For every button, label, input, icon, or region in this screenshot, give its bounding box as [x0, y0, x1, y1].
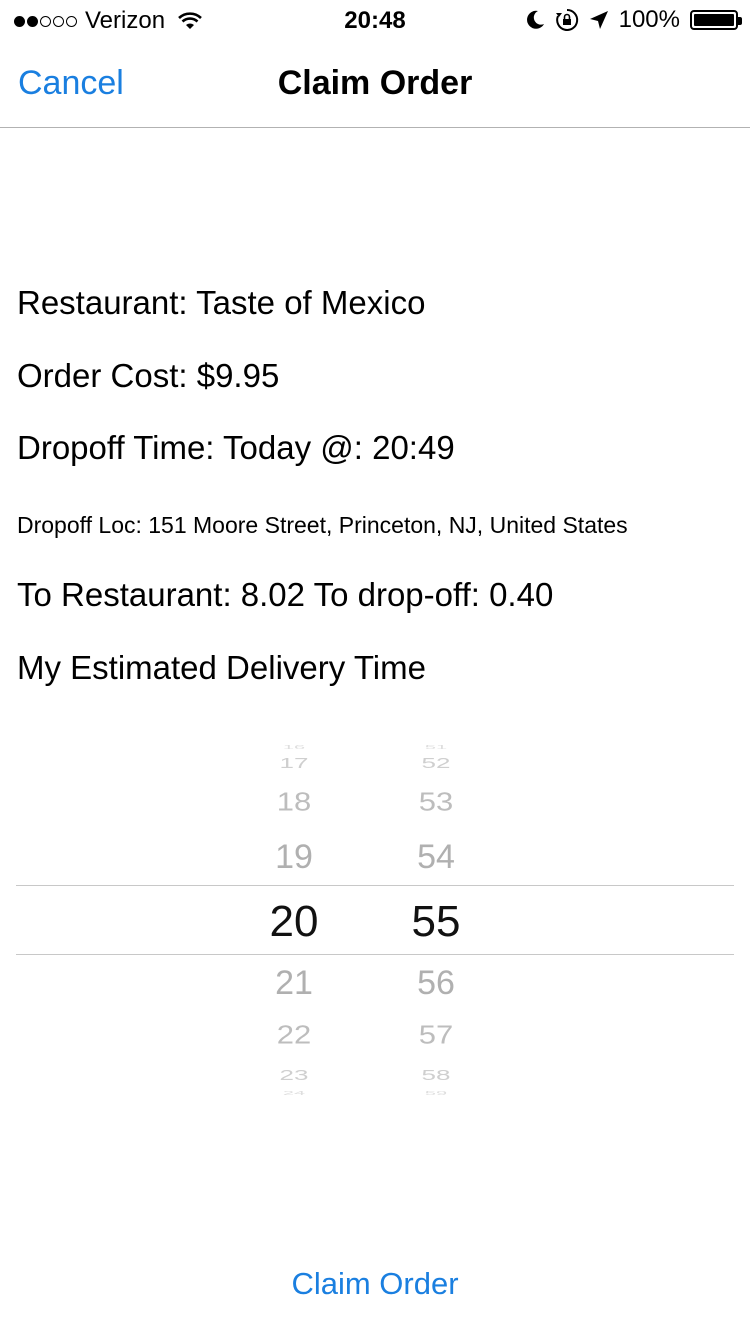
- picker-hour-option[interactable]: 23: [244, 1067, 344, 1084]
- picker-minute-option[interactable]: 56: [386, 964, 486, 1003]
- picker-minute-option[interactable]: 51: [386, 745, 486, 751]
- picker-minute-option[interactable]: 59: [386, 1091, 486, 1097]
- picker-hour-selected[interactable]: 20: [244, 897, 344, 947]
- status-bar: Verizon 20:48 100%: [0, 0, 750, 40]
- picker-selection-top-line: [16, 885, 734, 886]
- picker-minute-option[interactable]: 58: [386, 1067, 486, 1084]
- dropoff-location-label: Dropoff Loc: 151 Moore Street, Princeton…: [17, 512, 628, 538]
- picker-hour-option[interactable]: 19: [244, 838, 344, 877]
- picker-minute-option[interactable]: 54: [386, 838, 486, 877]
- navigation-bar: Cancel Claim Order: [0, 40, 750, 128]
- order-cost-label: Order Cost: $9.95: [17, 357, 280, 394]
- minute-wheel[interactable]: 51 52 53 54 55 56 57 58 59: [386, 736, 486, 1097]
- hour-wheel[interactable]: 16 17 18 19 20 21 22 23 24: [244, 736, 344, 1097]
- battery-percent: 100%: [618, 6, 680, 33]
- dropoff-time-label: Dropoff Time: Today @: 20:49: [17, 429, 455, 466]
- distances-label: To Restaurant: 8.02 To drop-off: 0.40: [17, 576, 554, 613]
- picker-hour-option[interactable]: 16: [244, 745, 344, 751]
- picker-minute-option[interactable]: 52: [386, 755, 486, 772]
- picker-hour-option[interactable]: 22: [244, 1020, 344, 1051]
- moon-icon: [526, 10, 544, 29]
- status-right: 100%: [525, 6, 742, 34]
- delivery-time-picker[interactable]: 16 17 18 19 20 21 22 23 24 51 52 53 54 5…: [16, 736, 734, 1096]
- cancel-button[interactable]: Cancel: [18, 64, 124, 103]
- picker-minute-option[interactable]: 53: [386, 787, 486, 818]
- rotation-lock-icon: [555, 8, 578, 31]
- picker-hour-option[interactable]: 17: [244, 755, 344, 772]
- claim-order-button[interactable]: Claim Order: [0, 1266, 750, 1302]
- picker-hour-option[interactable]: 18: [244, 787, 344, 818]
- picker-hour-option[interactable]: 24: [244, 1091, 344, 1097]
- picker-minute-selected[interactable]: 55: [386, 897, 486, 947]
- location-arrow-icon: [589, 11, 608, 29]
- claim-order-screen: Verizon 20:48 100% Cancel Claim Order Re…: [0, 0, 750, 1334]
- picker-minute-option[interactable]: 57: [386, 1020, 486, 1051]
- picker-hour-option[interactable]: 21: [244, 964, 344, 1003]
- battery-icon: [690, 10, 742, 30]
- picker-selection-bottom-line: [16, 954, 734, 955]
- estimate-heading: My Estimated Delivery Time: [17, 649, 426, 686]
- restaurant-label: Restaurant: Taste of Mexico: [17, 284, 426, 321]
